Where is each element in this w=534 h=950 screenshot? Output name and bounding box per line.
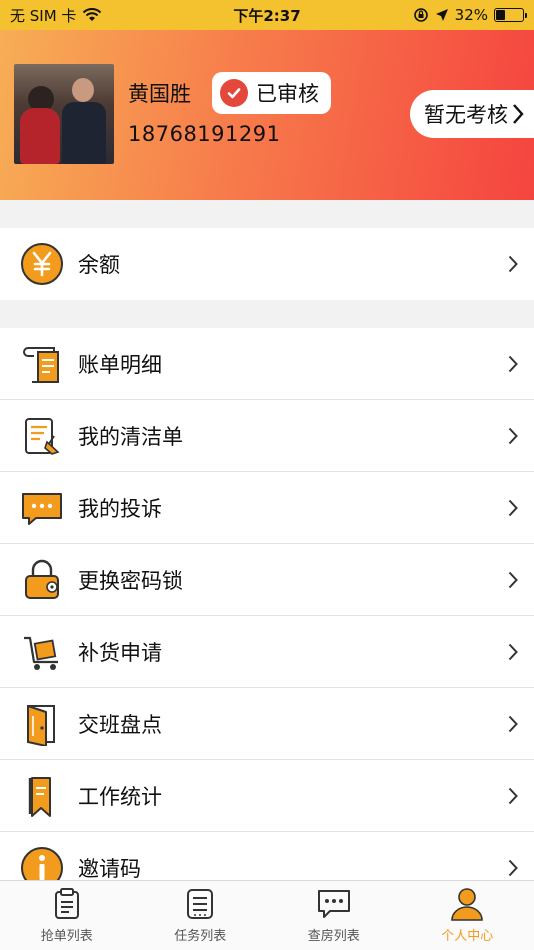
menu-label: 账单明细: [78, 352, 162, 377]
yuan-icon: [20, 242, 64, 286]
tab-label: 查房列表: [307, 929, 360, 944]
rotation-lock-icon: [413, 8, 428, 22]
complaint-chat-icon: [20, 486, 64, 530]
user-name: 黄国胜: [128, 82, 191, 106]
chevron-right-icon: [506, 857, 520, 879]
clipboard-icon: [54, 888, 79, 919]
menu-label: 更换密码锁: [78, 568, 183, 593]
task-list-icon: [187, 889, 214, 919]
tab-label: 抢单列表: [40, 929, 93, 944]
verified-badge: 已审核: [212, 72, 331, 114]
bookmark-stats-icon: [20, 774, 64, 818]
menu-row-work-stats[interactable]: 工作统计: [0, 760, 534, 832]
door-shift-icon: [20, 702, 64, 746]
menu-section: 账单明细 我的清洁单 我的投诉 更换密码锁 补货申请 交班盘点 工作统计 邀请码: [0, 328, 534, 880]
status-bar: 无 SIM 卡 下午2:37 32%: [0, 0, 534, 30]
info-icon: [20, 846, 64, 880]
chat-bubble-icon: [317, 890, 350, 918]
location-arrow-icon: [435, 9, 448, 21]
chevron-right-icon: [506, 425, 520, 447]
menu-label: 交班盘点: [78, 712, 162, 737]
check-circle-icon: [220, 79, 248, 107]
status-right: 32%: [413, 6, 527, 24]
menu-row-bill-detail[interactable]: 账单明细: [0, 328, 534, 400]
menu-row-invite-code[interactable]: 邀请码: [0, 832, 534, 880]
menu-row-cleaning-list[interactable]: 我的清洁单: [0, 400, 534, 472]
lock-icon: [20, 558, 64, 602]
tab-label: 个人中心: [441, 929, 494, 944]
menu-label: 邀请码: [78, 857, 141, 880]
tab-task-list[interactable]: 任务列表: [134, 881, 268, 950]
menu-row-balance[interactable]: 余额: [0, 228, 534, 300]
chevron-right-icon: [506, 785, 520, 807]
menu-label: 我的清洁单: [78, 424, 183, 449]
profile-header: 黄国胜 已审核 18768191291 暂无考核: [0, 30, 534, 200]
battery-icon: [494, 8, 527, 22]
menu-row-shift-handover[interactable]: 交班盘点: [0, 688, 534, 760]
menu-row-restock[interactable]: 补货申请: [0, 616, 534, 688]
carrier-label: 无 SIM 卡: [10, 6, 77, 25]
battery-fill: [496, 10, 505, 20]
bill-scroll-icon: [20, 342, 64, 386]
exam-status-label: 暂无考核: [424, 103, 508, 127]
chevron-right-icon: [506, 497, 520, 519]
chevron-right-icon: [506, 569, 520, 591]
menu-label: 余额: [78, 253, 120, 277]
chevron-right-icon: [506, 641, 520, 663]
exam-status-button[interactable]: 暂无考核: [410, 90, 534, 138]
wifi-icon: [83, 8, 102, 21]
person-icon: [451, 888, 484, 921]
battery-percent: 32%: [454, 6, 488, 24]
cart-restock-icon: [20, 630, 64, 674]
menu-row-change-lock[interactable]: 更换密码锁: [0, 544, 534, 616]
avatar[interactable]: [14, 64, 114, 164]
tab-grab-orders[interactable]: 抢单列表: [0, 881, 134, 950]
menu-label: 补货申请: [78, 640, 162, 665]
bottom-tab-bar: 抢单列表 任务列表 查房列表 个人中心: [0, 880, 534, 950]
cleaning-list-icon: [20, 414, 64, 458]
menu-label: 我的投诉: [78, 496, 162, 521]
chevron-right-icon: [506, 353, 520, 375]
user-phone: 18768191291: [128, 122, 281, 146]
chevron-right-icon: [506, 713, 520, 735]
chevron-right-icon: [513, 104, 524, 124]
verified-label: 已审核: [256, 82, 319, 106]
balance-section: 余额: [0, 228, 534, 300]
tab-label: 任务列表: [174, 929, 227, 944]
chevron-right-icon: [506, 253, 520, 275]
tab-personal-center[interactable]: 个人中心: [401, 881, 534, 950]
tab-room-check[interactable]: 查房列表: [267, 881, 401, 950]
status-left: 无 SIM 卡: [10, 5, 102, 26]
menu-label: 工作统计: [78, 784, 162, 809]
menu-row-complaints[interactable]: 我的投诉: [0, 472, 534, 544]
